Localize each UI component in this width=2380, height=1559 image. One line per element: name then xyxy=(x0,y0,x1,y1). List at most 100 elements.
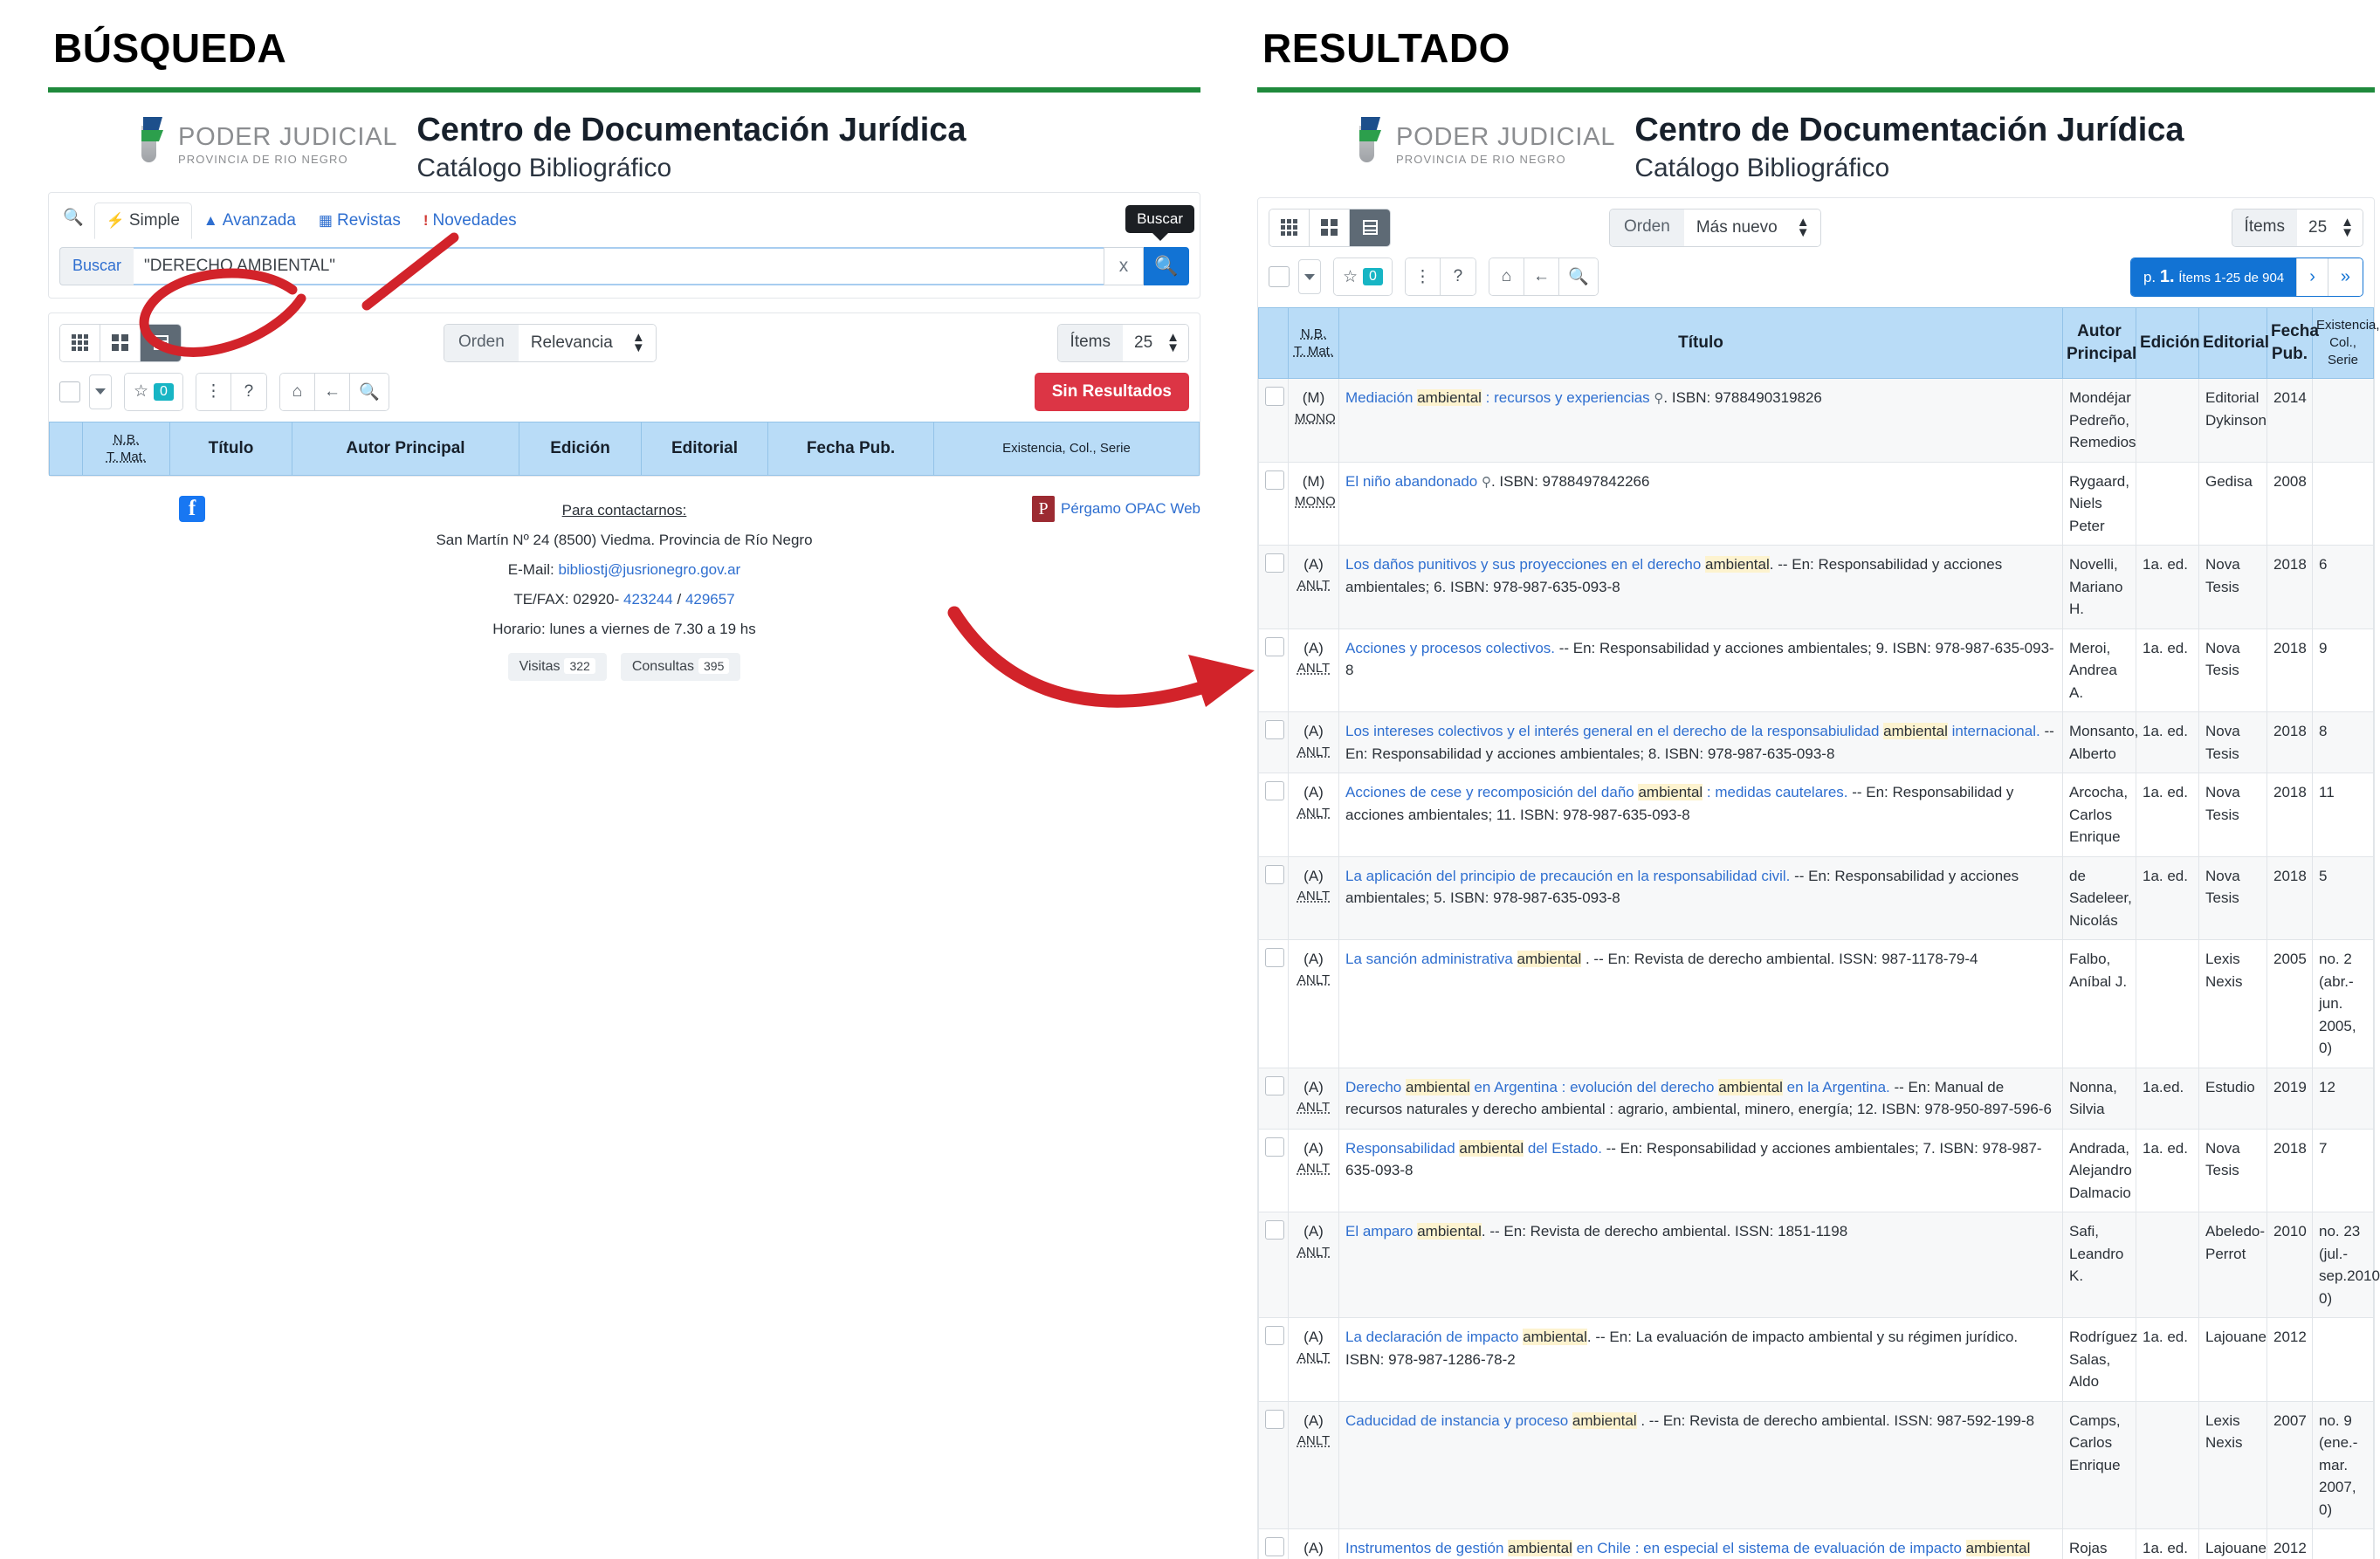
row-autor-cell[interactable]: Rodríguez Salas, Aldo xyxy=(2062,1317,2137,1402)
home-button-right[interactable]: ⌂ xyxy=(1489,258,1524,296)
search-button-left[interactable]: 🔍 xyxy=(349,373,389,410)
title-text[interactable]: en la Argentina. xyxy=(1783,1079,1890,1095)
tab-avanzada[interactable]: ▲ Avanzada xyxy=(192,203,307,238)
row-title-cell[interactable]: Mediación ambiental : recursos y experie… xyxy=(1338,378,2063,463)
row-material-type[interactable]: ANLT xyxy=(1295,743,1332,763)
search-button-right[interactable]: 🔍 xyxy=(1558,258,1598,296)
row-autor-cell[interactable]: Mondéjar Pedreño, Remedios xyxy=(2062,378,2136,463)
th-fecha-right[interactable]: Fecha Pub. xyxy=(2267,306,2319,380)
th-autor-right[interactable]: Autor Principal xyxy=(2062,306,2136,380)
row-checkbox[interactable] xyxy=(1265,470,1284,490)
pergamo-link[interactable]: P Pérgamo OPAC Web xyxy=(1032,496,1200,523)
pagination-last-button[interactable]: » xyxy=(2327,258,2363,296)
sort-value-left[interactable]: Relevancia ▲ ▼ xyxy=(518,324,656,361)
view-grid4-button[interactable] xyxy=(1310,209,1350,246)
title-text[interactable]: : recursos y experiencias xyxy=(1482,389,1654,406)
title-text[interactable]: Mediación xyxy=(1345,389,1417,406)
select-all-dropdown-right[interactable] xyxy=(1298,259,1321,295)
row-autor-cell[interactable]: Novelli, Mariano H. xyxy=(2062,545,2136,629)
table-row[interactable]: (A) ANLT Acciones y procesos colectivos. -… xyxy=(1258,628,2374,713)
row-checkbox[interactable] xyxy=(1265,781,1284,801)
title-text[interactable]: La declaración de impacto xyxy=(1345,1329,1523,1345)
row-checkbox[interactable] xyxy=(1265,387,1284,407)
items-value-left[interactable]: 25 ▲ ▼ xyxy=(1123,324,1188,361)
help-button-left[interactable]: ? xyxy=(230,373,266,410)
row-title-cell[interactable]: La sanción administrativa ambiental . --… xyxy=(1338,939,2063,1068)
title-text[interactable]: La sanción administrativa xyxy=(1345,951,1517,967)
row-title-cell[interactable]: El amparo ambiental. -- En: Revista de d… xyxy=(1338,1212,2063,1319)
row-editorial-cell[interactable]: Nova Tesis xyxy=(2198,628,2267,713)
tab-simple[interactable]: ⚡ Simple xyxy=(93,202,192,239)
no-results-badge[interactable]: Sin Resultados xyxy=(1034,372,1189,411)
help-button-right[interactable]: ? xyxy=(1440,258,1475,296)
row-title-cell[interactable]: Caducidad de instancia y proceso ambient… xyxy=(1338,1400,2063,1530)
row-editorial-cell[interactable]: Lexis Nexis xyxy=(2198,1400,2267,1530)
pagination-next-button[interactable]: › xyxy=(2296,258,2328,296)
table-row[interactable]: (A) ANLT Responsabilidad ambiental del Est… xyxy=(1258,1128,2374,1213)
row-material-type[interactable]: ANLT xyxy=(1295,1159,1332,1179)
contact-phone-1[interactable]: 423244 xyxy=(623,591,673,608)
row-checkbox[interactable] xyxy=(1265,1075,1284,1095)
row-editorial-cell[interactable]: Nova Tesis xyxy=(2198,545,2267,629)
th-editorial-right[interactable]: Editorial xyxy=(2198,306,2269,380)
row-material-type[interactable]: MONO xyxy=(1295,409,1336,429)
th-nb-right[interactable]: N.B. T. Mat. xyxy=(1288,306,1339,380)
title-text[interactable]: Los intereses colectivos y el interés ge… xyxy=(1345,723,1883,739)
view-grid4-button[interactable] xyxy=(100,324,141,361)
table-row[interactable]: (A) ANLT La aplicación del principio de pr… xyxy=(1258,855,2374,941)
row-editorial-cell[interactable]: Nova Tesis xyxy=(2198,1128,2267,1213)
row-autor-cell[interactable]: Safi, Leandro K. xyxy=(2062,1212,2136,1319)
row-checkbox[interactable] xyxy=(1265,1537,1284,1557)
row-editorial-cell[interactable]: Abeledo-Perrot xyxy=(2198,1212,2267,1319)
title-text[interactable]: Acciones y procesos colectivos. xyxy=(1345,640,1555,656)
search-submit-button[interactable]: 🔍 xyxy=(1144,246,1189,285)
items-control-right[interactable]: Ítems 25 ▲ ▼ xyxy=(2231,208,2363,247)
table-row[interactable]: (M) MONO El niño abandonado ⚲. ISBN: 97884… xyxy=(1258,461,2374,546)
title-text[interactable]: Derecho xyxy=(1345,1079,1406,1095)
title-text[interactable]: en Argentina : evolución del derecho xyxy=(1470,1079,1718,1095)
row-title-cell[interactable]: Responsabilidad ambiental del Estado. --… xyxy=(1338,1128,2063,1213)
sort-control-right[interactable]: Orden Más nuevo ▲ ▼ xyxy=(1609,208,1821,247)
title-text[interactable]: del Estado. xyxy=(1524,1140,1602,1157)
row-checkbox[interactable] xyxy=(1265,1326,1284,1346)
row-checkbox[interactable] xyxy=(1265,1220,1284,1240)
row-editorial-cell[interactable]: Lajouane xyxy=(2198,1528,2267,1559)
row-autor-cell[interactable]: de Sadeleer, Nicolás xyxy=(2062,855,2136,941)
th-autor-left[interactable]: Autor Principal xyxy=(292,421,519,477)
row-material-type[interactable]: ANLT xyxy=(1295,971,1332,991)
title-text[interactable]: La aplicación del principio de precaució… xyxy=(1345,868,1790,884)
table-row[interactable]: (A) ANLT La sanción administrativa ambient… xyxy=(1258,939,2374,1068)
table-row[interactable]: (A) ANLT Caducidad de instancia y proceso … xyxy=(1258,1400,2374,1530)
row-checkbox[interactable] xyxy=(1265,864,1284,884)
row-editorial-cell[interactable]: Gedisa xyxy=(2198,461,2267,546)
title-text[interactable]: internacional. xyxy=(1948,723,2040,739)
row-material-type[interactable]: ANLT xyxy=(1295,1243,1332,1263)
title-text[interactable]: Responsabilidad xyxy=(1345,1140,1459,1157)
th-nb-left[interactable]: N.B. T. Mat. xyxy=(82,421,170,477)
row-autor-cell[interactable]: Meroi, Andrea A. xyxy=(2062,628,2136,713)
row-checkbox[interactable] xyxy=(1265,553,1284,573)
row-editorial-cell[interactable]: Lexis Nexis xyxy=(2198,939,2267,1068)
th-edicion-left[interactable]: Edición xyxy=(519,421,642,477)
row-material-type[interactable]: ANLT xyxy=(1295,887,1332,907)
row-editorial-cell[interactable]: Lajouane xyxy=(2198,1317,2267,1402)
title-text[interactable]: Instrumentos de gestión xyxy=(1345,1540,1508,1556)
row-autor-cell[interactable]: Monsanto, Alberto xyxy=(2062,711,2138,774)
view-table-button[interactable] xyxy=(141,324,181,361)
row-autor-cell[interactable]: Nonna, Silvia xyxy=(2062,1067,2136,1130)
row-editorial-cell[interactable]: Nova Tesis xyxy=(2198,855,2267,941)
items-value-right[interactable]: 25 ▲ ▼ xyxy=(2297,209,2363,246)
row-autor-cell[interactable]: Arcocha, Carlos Enrique xyxy=(2062,773,2136,857)
row-title-cell[interactable]: Acciones de cese y recomposición del dañ… xyxy=(1338,773,2063,857)
row-material-type[interactable]: ANLT xyxy=(1295,1098,1332,1118)
more-options-button-left[interactable]: ⋮ xyxy=(196,373,231,410)
search-input[interactable] xyxy=(134,246,1104,285)
title-text[interactable]: Caducidad de instancia y proceso xyxy=(1345,1412,1572,1429)
view-grid9-button[interactable] xyxy=(60,324,100,361)
th-titulo-right[interactable]: Título xyxy=(1338,306,2063,380)
table-row[interactable]: (A) ANLT Acciones de cese y recomposición … xyxy=(1258,773,2374,857)
th-titulo-left[interactable]: Título xyxy=(169,421,292,477)
row-material-type[interactable]: ANLT xyxy=(1295,576,1332,596)
row-title-cell[interactable]: Los intereses colectivos y el interés ge… xyxy=(1338,711,2063,774)
row-title-cell[interactable]: Los daños punitivos y sus proyecciones e… xyxy=(1338,545,2063,629)
